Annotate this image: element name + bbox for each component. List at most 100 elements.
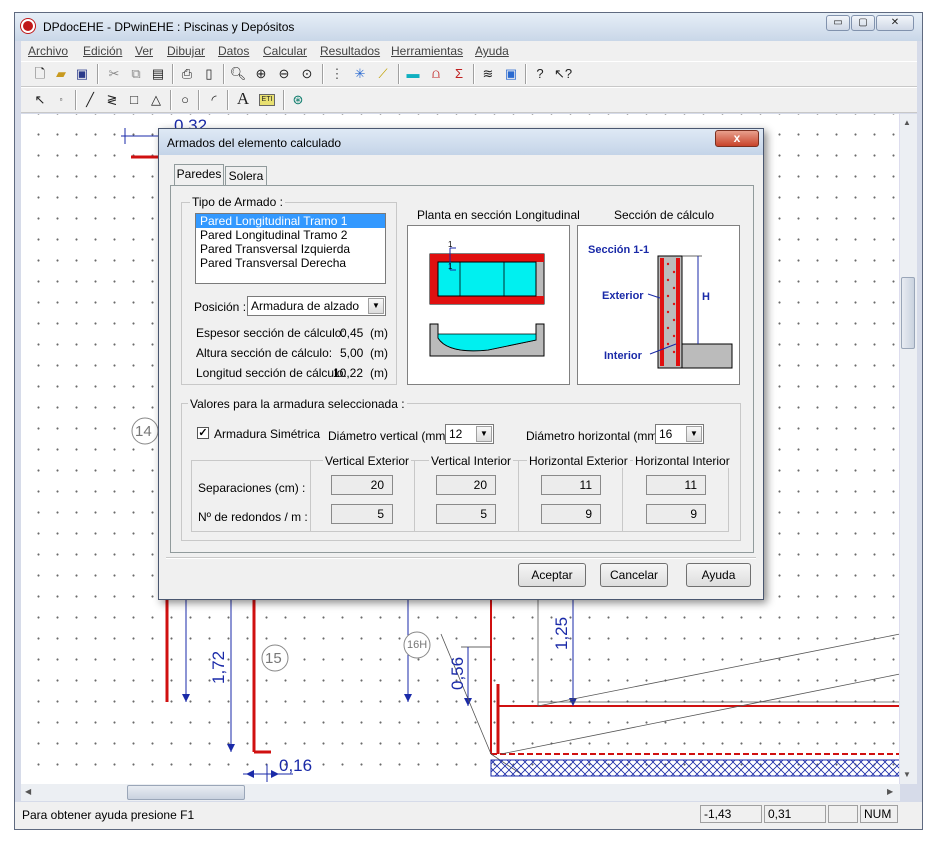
print-preview-icon[interactable]: ▯ bbox=[200, 65, 218, 83]
num-vertical-exterior[interactable]: 5 bbox=[331, 504, 393, 524]
circle-icon[interactable]: ○ bbox=[176, 91, 194, 109]
label-tool-icon[interactable]: ETI bbox=[259, 94, 275, 106]
divider bbox=[414, 460, 415, 532]
sep-horizontal-interior[interactable]: 11 bbox=[646, 475, 706, 495]
menu-archivo[interactable]: Archivo bbox=[28, 44, 68, 58]
scroll-left-icon[interactable]: ◀ bbox=[25, 787, 31, 796]
list-item[interactable]: Pared Transversal Derecha bbox=[196, 256, 385, 270]
diametro-vertical-select[interactable]: 12 ▼ bbox=[445, 424, 494, 444]
zoom-out-icon[interactable]: ⊖ bbox=[275, 65, 293, 83]
dialog-close-button[interactable]: x bbox=[715, 130, 759, 147]
pointer-icon[interactable]: ↖ bbox=[31, 91, 49, 109]
menu-edicion[interactable]: Edición bbox=[83, 44, 122, 58]
minimize-button[interactable]: ▭ bbox=[826, 15, 850, 31]
grid-icon[interactable]: ⋮ bbox=[328, 65, 346, 83]
list-item[interactable]: Pared Longitudinal Tramo 1 bbox=[196, 214, 385, 228]
sum-icon[interactable]: Σ bbox=[450, 65, 468, 83]
seccion-title: Sección de cálculo bbox=[614, 208, 715, 222]
chevron-down-icon[interactable]: ▼ bbox=[686, 426, 702, 442]
print-icon[interactable]: ⎙ bbox=[178, 65, 196, 83]
paste-icon[interactable]: ▤ bbox=[149, 65, 167, 83]
scroll-down-icon[interactable]: ▼ bbox=[903, 770, 911, 779]
reinforcement-icon[interactable]: ⩍ bbox=[427, 65, 445, 83]
scroll-thumb[interactable] bbox=[901, 277, 915, 349]
sep-vertical-interior[interactable]: 20 bbox=[436, 475, 496, 495]
rectangle-tool-icon[interactable]: ▬ bbox=[404, 65, 422, 83]
point-icon[interactable]: ▫ bbox=[52, 91, 70, 109]
posicion-select[interactable]: Armadura de alzado ▼ bbox=[247, 296, 386, 316]
tipo-armado-list[interactable]: Pared Longitudinal Tramo 1 Pared Longitu… bbox=[195, 213, 386, 284]
simetrica-checkbox[interactable]: ✓ bbox=[197, 427, 209, 439]
chevron-down-icon[interactable]: ▼ bbox=[368, 298, 384, 314]
col-header: Horizontal Exterior bbox=[527, 454, 630, 468]
layers-icon[interactable]: ≋ bbox=[479, 65, 497, 83]
list-item[interactable]: Pared Transversal Izquierda bbox=[196, 242, 385, 256]
rectangle-icon[interactable]: □ bbox=[125, 91, 143, 109]
triangle-icon[interactable]: △ bbox=[147, 91, 165, 109]
status-x-coord: -1,43 bbox=[700, 805, 762, 823]
planta-svg bbox=[429, 247, 545, 357]
diametro-horizontal-label: Diámetro horizontal (mm) : bbox=[526, 429, 669, 443]
horizontal-scrollbar[interactable]: ◀ ▶ bbox=[21, 784, 900, 801]
dimension-label: 1,72 bbox=[209, 650, 228, 684]
dimension-label: 0,56 bbox=[448, 656, 467, 690]
menu-resultados[interactable]: Resultados bbox=[320, 44, 380, 58]
longitud-value: 10,22 bbox=[333, 366, 364, 380]
tab-solera[interactable]: Solera bbox=[225, 166, 267, 186]
cut-icon[interactable]: ✂ bbox=[105, 65, 123, 83]
diametro-horizontal-select[interactable]: 16 ▼ bbox=[655, 424, 704, 444]
scroll-thumb[interactable] bbox=[127, 785, 245, 800]
col-header: Vertical Exterior bbox=[323, 454, 412, 468]
save-icon[interactable]: ▣ bbox=[73, 65, 91, 83]
line-icon[interactable]: ╱ bbox=[81, 91, 99, 109]
tab-paredes[interactable]: Paredes bbox=[174, 164, 224, 186]
snap-icon[interactable]: ✳ bbox=[351, 65, 369, 83]
menu-datos[interactable]: Datos bbox=[218, 44, 249, 58]
open-folder-icon[interactable]: ▰ bbox=[52, 65, 70, 83]
menu-dibujar[interactable]: Dibujar bbox=[167, 44, 205, 58]
zoom-in-icon[interactable]: ⊕ bbox=[252, 65, 270, 83]
measure-icon[interactable]: ⟋ bbox=[374, 65, 392, 83]
copy-icon[interactable]: ⧉ bbox=[127, 65, 145, 83]
cancelar-button[interactable]: Cancelar bbox=[600, 563, 668, 587]
close-window-button[interactable]: ✕ bbox=[876, 15, 914, 31]
help-icon[interactable]: ? bbox=[531, 65, 549, 83]
longitud-label: Longitud sección de cálculo: bbox=[196, 366, 347, 380]
aceptar-button[interactable]: Aceptar bbox=[518, 563, 586, 587]
num-horizontal-exterior[interactable]: 9 bbox=[541, 504, 601, 524]
maximize-button[interactable]: ▢ bbox=[851, 15, 875, 31]
scroll-up-icon[interactable]: ▲ bbox=[903, 118, 911, 127]
num-vertical-interior[interactable]: 5 bbox=[436, 504, 496, 524]
guide-line bbox=[500, 673, 900, 755]
chevron-down-icon[interactable]: ▼ bbox=[476, 426, 492, 442]
planta-title: Planta en sección Longitudinal bbox=[417, 208, 580, 222]
new-file-icon[interactable]: 🗋 bbox=[31, 65, 49, 83]
sep-vertical-exterior[interactable]: 20 bbox=[331, 475, 393, 495]
zoom-extents-icon[interactable]: ⊙ bbox=[298, 65, 316, 83]
context-help-icon[interactable]: ↖? bbox=[554, 65, 572, 83]
altura-value: 5,00 bbox=[340, 346, 364, 360]
dimension-icon[interactable]: ⊛ bbox=[289, 91, 307, 109]
menu-calcular[interactable]: Calcular bbox=[263, 44, 307, 58]
zoom-icon[interactable]: 🔍︎ bbox=[229, 65, 247, 83]
scroll-right-icon[interactable]: ▶ bbox=[887, 787, 893, 796]
polyline-icon[interactable]: ≷ bbox=[103, 91, 121, 109]
seccion-image: Sección 1-1 Exterior Interior H bbox=[577, 225, 740, 385]
menu-herramientas[interactable]: Herramientas bbox=[391, 44, 463, 58]
guide-line bbox=[440, 633, 492, 755]
vertical-scrollbar[interactable]: ▲ ▼ bbox=[899, 114, 917, 784]
dimension-label: 0,16 bbox=[279, 756, 313, 775]
text-tool-icon[interactable]: A bbox=[234, 90, 252, 108]
menu-ver[interactable]: Ver bbox=[135, 44, 153, 58]
ayuda-button[interactable]: Ayuda bbox=[686, 563, 751, 587]
espesor-value: 0,45 bbox=[340, 326, 364, 340]
num-horizontal-interior[interactable]: 9 bbox=[646, 504, 706, 524]
node-label: 14 bbox=[135, 423, 152, 440]
sep-horizontal-exterior[interactable]: 11 bbox=[541, 475, 601, 495]
menu-ayuda[interactable]: Ayuda bbox=[475, 44, 509, 58]
list-item[interactable]: Pared Longitudinal Tramo 2 bbox=[196, 228, 385, 242]
toolbar-separator bbox=[198, 90, 200, 110]
arc-icon[interactable]: ◜ bbox=[205, 91, 223, 109]
screen-icon[interactable]: ▣ bbox=[502, 65, 520, 83]
node-label: 15 bbox=[265, 650, 282, 667]
